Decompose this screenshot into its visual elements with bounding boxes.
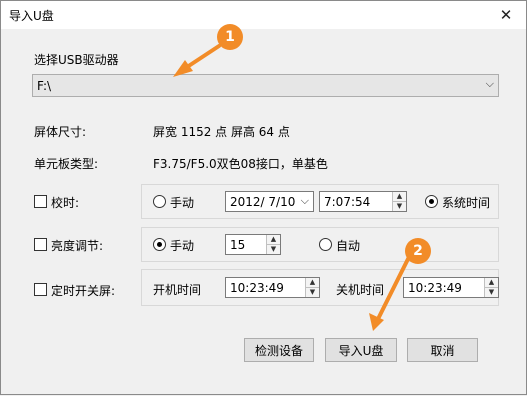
power-on-time-value: 10:23:49 bbox=[230, 281, 284, 295]
board-type-label: 单元板类型: bbox=[34, 157, 99, 171]
usb-drive-label: 选择USB驱动器 bbox=[34, 53, 119, 67]
brightness-stepper[interactable]: 15 ▲ ▼ bbox=[225, 234, 281, 255]
power-on-label: 开机时间 bbox=[153, 283, 202, 297]
system-time-label: 系统时间 bbox=[442, 196, 491, 210]
brightness-label: 亮度调节: bbox=[51, 239, 104, 253]
power-off-time-stepper[interactable]: 10:23:49 ▲ ▼ bbox=[403, 277, 499, 298]
chevron-down-icon: ⌵ bbox=[485, 77, 494, 90]
brightness-value: 15 bbox=[230, 238, 246, 252]
close-button[interactable]: ✕ bbox=[486, 1, 526, 29]
brightness-spin-buttons[interactable]: ▲ ▼ bbox=[266, 235, 280, 254]
import-usb-dialog: 导入U盘 ✕ 选择USB驱动器 F:\ ⌵ 屏体尺寸: 屏宽 1152 点 屏高… bbox=[0, 0, 527, 395]
date-picker[interactable]: 2012/ 7/10 ⌵ bbox=[225, 191, 314, 212]
detect-device-button-label: 检测设备 bbox=[254, 343, 303, 358]
time-spin-buttons[interactable]: ▲ ▼ bbox=[392, 192, 406, 211]
brightness-auto-radio[interactable] bbox=[319, 238, 332, 251]
time-value: 7:07:54 bbox=[324, 195, 371, 209]
power-off-label: 关机时间 bbox=[336, 283, 385, 297]
import-usb-button[interactable]: 导入U盘 bbox=[325, 338, 397, 362]
brightness-manual-radio[interactable] bbox=[153, 238, 166, 251]
chevron-down-icon: ⌵ bbox=[300, 194, 309, 207]
system-time-radio[interactable] bbox=[425, 195, 438, 208]
power-off-time-value: 10:23:49 bbox=[408, 281, 462, 295]
import-usb-button-label: 导入U盘 bbox=[338, 343, 384, 358]
usb-drive-select[interactable]: F:\ ⌵ bbox=[32, 74, 499, 97]
brightness-checkbox[interactable] bbox=[34, 238, 47, 251]
title-bar: 导入U盘 ✕ bbox=[1, 1, 526, 29]
annotation-badge-1: 1 bbox=[217, 24, 243, 50]
detect-device-button[interactable]: 检测设备 bbox=[244, 338, 314, 362]
screen-size-value: 屏宽 1152 点 屏高 64 点 bbox=[153, 125, 290, 139]
brightness-manual-label: 手动 bbox=[170, 239, 195, 253]
window-title: 导入U盘 bbox=[9, 9, 54, 23]
schedule-checkbox[interactable] bbox=[34, 283, 47, 296]
timing-manual-radio[interactable] bbox=[153, 195, 166, 208]
board-type-value: F3.75/F5.0双色08接口，单基色 bbox=[153, 157, 328, 171]
timing-checkbox[interactable] bbox=[34, 195, 47, 208]
time-stepper[interactable]: 7:07:54 ▲ ▼ bbox=[319, 191, 407, 212]
usb-drive-value: F:\ bbox=[37, 79, 52, 93]
timing-label: 校时: bbox=[51, 196, 80, 210]
annotation-badge-2: 2 bbox=[405, 238, 431, 264]
timing-manual-label: 手动 bbox=[170, 196, 195, 210]
date-value: 2012/ 7/10 bbox=[230, 195, 296, 209]
screen-size-label: 屏体尺寸: bbox=[34, 125, 87, 139]
power-on-time-stepper[interactable]: 10:23:49 ▲ ▼ bbox=[225, 277, 320, 298]
cancel-button-label: 取消 bbox=[430, 343, 455, 358]
cancel-button[interactable]: 取消 bbox=[407, 338, 478, 362]
brightness-auto-label: 自动 bbox=[336, 239, 361, 253]
power-on-spin-buttons[interactable]: ▲ ▼ bbox=[305, 278, 319, 297]
power-off-spin-buttons[interactable]: ▲ ▼ bbox=[484, 278, 498, 297]
schedule-label: 定时开关屏: bbox=[51, 284, 116, 298]
